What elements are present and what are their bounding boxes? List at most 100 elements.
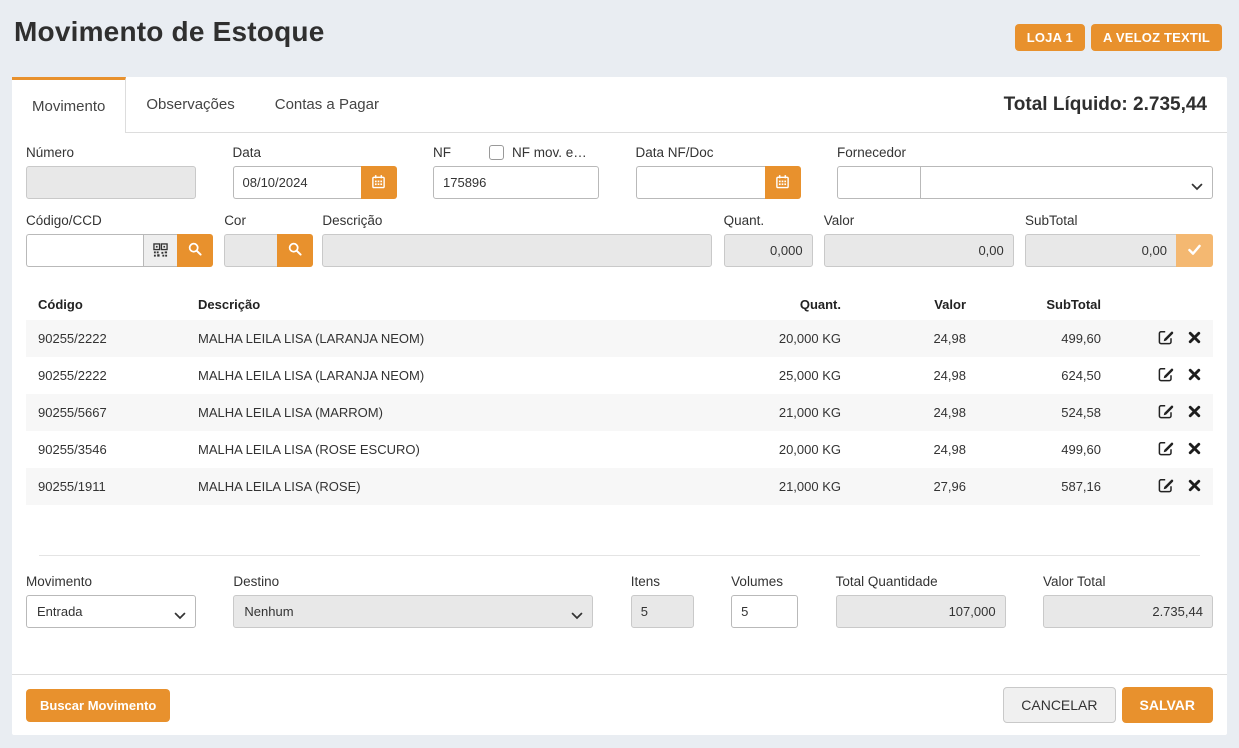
cell-descricao: MALHA LEILA LISA (ROSE ESCURO)	[186, 431, 703, 468]
total-liquido: Total Líquido: 2.735,44	[1004, 94, 1227, 116]
table-row: 90255/5667 MALHA LEILA LISA (MARROM) 21,…	[26, 394, 1213, 431]
delete-x-icon[interactable]	[1188, 442, 1201, 458]
qr-code-icon	[143, 234, 177, 267]
codigo-ccd-label: Código/CCD	[26, 213, 213, 228]
field-fornecedor: Fornecedor	[837, 145, 1213, 199]
buscar-movimento-button[interactable]: Buscar Movimento	[26, 689, 170, 722]
data-nf-doc-input[interactable]	[636, 166, 765, 199]
delete-x-icon[interactable]	[1188, 331, 1201, 347]
field-destino: Destino Nenhum	[233, 574, 593, 628]
cell-quant: 20,000 KG	[703, 431, 853, 468]
calendar-icon	[775, 174, 790, 192]
cell-actions	[1113, 357, 1213, 394]
destino-selected-value: Nenhum	[244, 604, 293, 619]
total-quantidade-label: Total Quantidade	[836, 574, 1006, 589]
volumes-input[interactable]	[731, 595, 798, 628]
tab-bar: Movimento Observações Contas a Pagar Tot…	[12, 77, 1227, 133]
cell-valor: 24,98	[853, 394, 978, 431]
movimento-label: Movimento	[26, 574, 196, 589]
items-table: Código Descrição Quant. Valor SubTotal 9…	[26, 289, 1213, 505]
nf-mov-checkbox-label[interactable]: NF mov. e…	[512, 145, 587, 160]
codigo-search-button[interactable]	[177, 234, 213, 267]
cell-codigo: 90255/1911	[26, 468, 186, 505]
fornecedor-select[interactable]	[920, 166, 1213, 199]
field-valor-total: Valor Total	[1043, 574, 1213, 628]
table-row: 90255/2222 MALHA LEILA LISA (LARANJA NEO…	[26, 320, 1213, 357]
edit-icon[interactable]	[1158, 440, 1174, 459]
chevron-down-icon	[571, 608, 583, 623]
confirm-item-button[interactable]	[1176, 234, 1213, 267]
card-body: Número Data	[12, 133, 1227, 674]
field-codigo-ccd: Código/CCD	[26, 213, 213, 267]
top-bar-buttons: LOJA 1 A VELOZ TEXTIL	[1015, 24, 1222, 51]
search-icon	[188, 242, 202, 259]
movimento-selected-value: Entrada	[37, 604, 83, 619]
store-button[interactable]: LOJA 1	[1015, 24, 1085, 51]
edit-icon[interactable]	[1158, 477, 1174, 496]
items-table-header: Código Descrição Quant. Valor SubTotal	[26, 289, 1213, 320]
field-itens: Itens	[631, 574, 694, 628]
nf-input[interactable]	[433, 166, 599, 199]
cell-codigo: 90255/5667	[26, 394, 186, 431]
edit-icon[interactable]	[1158, 366, 1174, 385]
descricao-input	[322, 234, 712, 267]
edit-icon[interactable]	[1158, 329, 1174, 348]
cell-actions	[1113, 320, 1213, 357]
destino-label: Destino	[233, 574, 593, 589]
field-cor: Cor	[224, 213, 311, 267]
cell-quant: 21,000 KG	[703, 468, 853, 505]
cell-quant: 25,000 KG	[703, 357, 853, 394]
field-data-nf-doc: Data NF/Doc	[636, 145, 801, 199]
codigo-ccd-input[interactable]	[26, 234, 143, 267]
valor-label: Valor	[824, 213, 1014, 228]
cell-subtotal: 499,60	[978, 320, 1113, 357]
field-movimento: Movimento Entrada	[26, 574, 196, 628]
chevron-down-icon	[174, 608, 186, 623]
cell-subtotal: 524,58	[978, 394, 1113, 431]
salvar-button[interactable]: SALVAR	[1122, 687, 1213, 723]
cell-descricao: MALHA LEILA LISA (ROSE)	[186, 468, 703, 505]
volumes-label: Volumes	[731, 574, 798, 589]
data-input[interactable]	[233, 166, 361, 199]
subtotal-input	[1025, 234, 1176, 267]
field-volumes: Volumes	[731, 574, 798, 628]
field-descricao: Descrição	[322, 213, 712, 267]
delete-x-icon[interactable]	[1188, 368, 1201, 384]
cell-descricao: MALHA LEILA LISA (MARROM)	[186, 394, 703, 431]
delete-x-icon[interactable]	[1188, 479, 1201, 495]
items-table-body: 90255/2222 MALHA LEILA LISA (LARANJA NEO…	[26, 320, 1213, 505]
cor-search-button[interactable]	[277, 234, 313, 267]
tab-observacoes[interactable]: Observações	[126, 77, 254, 132]
search-icon	[288, 242, 302, 259]
cell-actions	[1113, 468, 1213, 505]
cancelar-button[interactable]: CANCELAR	[1003, 687, 1115, 723]
company-button[interactable]: A VELOZ TEXTIL	[1091, 24, 1222, 51]
field-total-quantidade: Total Quantidade	[836, 574, 1006, 628]
field-subtotal: SubTotal	[1025, 213, 1213, 267]
movimento-select[interactable]: Entrada	[26, 595, 196, 628]
delete-x-icon[interactable]	[1188, 405, 1201, 421]
fornecedor-label: Fornecedor	[837, 145, 1213, 160]
cor-input	[224, 234, 277, 267]
chevron-down-icon	[1191, 179, 1203, 194]
form-row-1: Número Data	[26, 145, 1213, 199]
data-nf-doc-calendar-button[interactable]	[765, 166, 801, 199]
card-footer: Buscar Movimento CANCELAR SALVAR	[12, 674, 1227, 735]
tab-contas-a-pagar[interactable]: Contas a Pagar	[255, 77, 399, 132]
table-row: 90255/1911 MALHA LEILA LISA (ROSE) 21,00…	[26, 468, 1213, 505]
descricao-label: Descrição	[322, 213, 712, 228]
header-actions	[1113, 289, 1213, 320]
itens-label: Itens	[631, 574, 694, 589]
cell-subtotal: 499,60	[978, 431, 1113, 468]
nf-label: NF	[433, 145, 451, 160]
cell-codigo: 90255/3546	[26, 431, 186, 468]
destino-select: Nenhum	[233, 595, 593, 628]
data-calendar-button[interactable]	[361, 166, 397, 199]
nf-mov-checkbox[interactable]	[489, 145, 504, 160]
cell-subtotal: 624,50	[978, 357, 1113, 394]
tab-movimento[interactable]: Movimento	[12, 77, 126, 133]
cell-codigo: 90255/2222	[26, 320, 186, 357]
edit-icon[interactable]	[1158, 403, 1174, 422]
fornecedor-code-input[interactable]	[837, 166, 921, 199]
section-divider	[39, 555, 1200, 556]
